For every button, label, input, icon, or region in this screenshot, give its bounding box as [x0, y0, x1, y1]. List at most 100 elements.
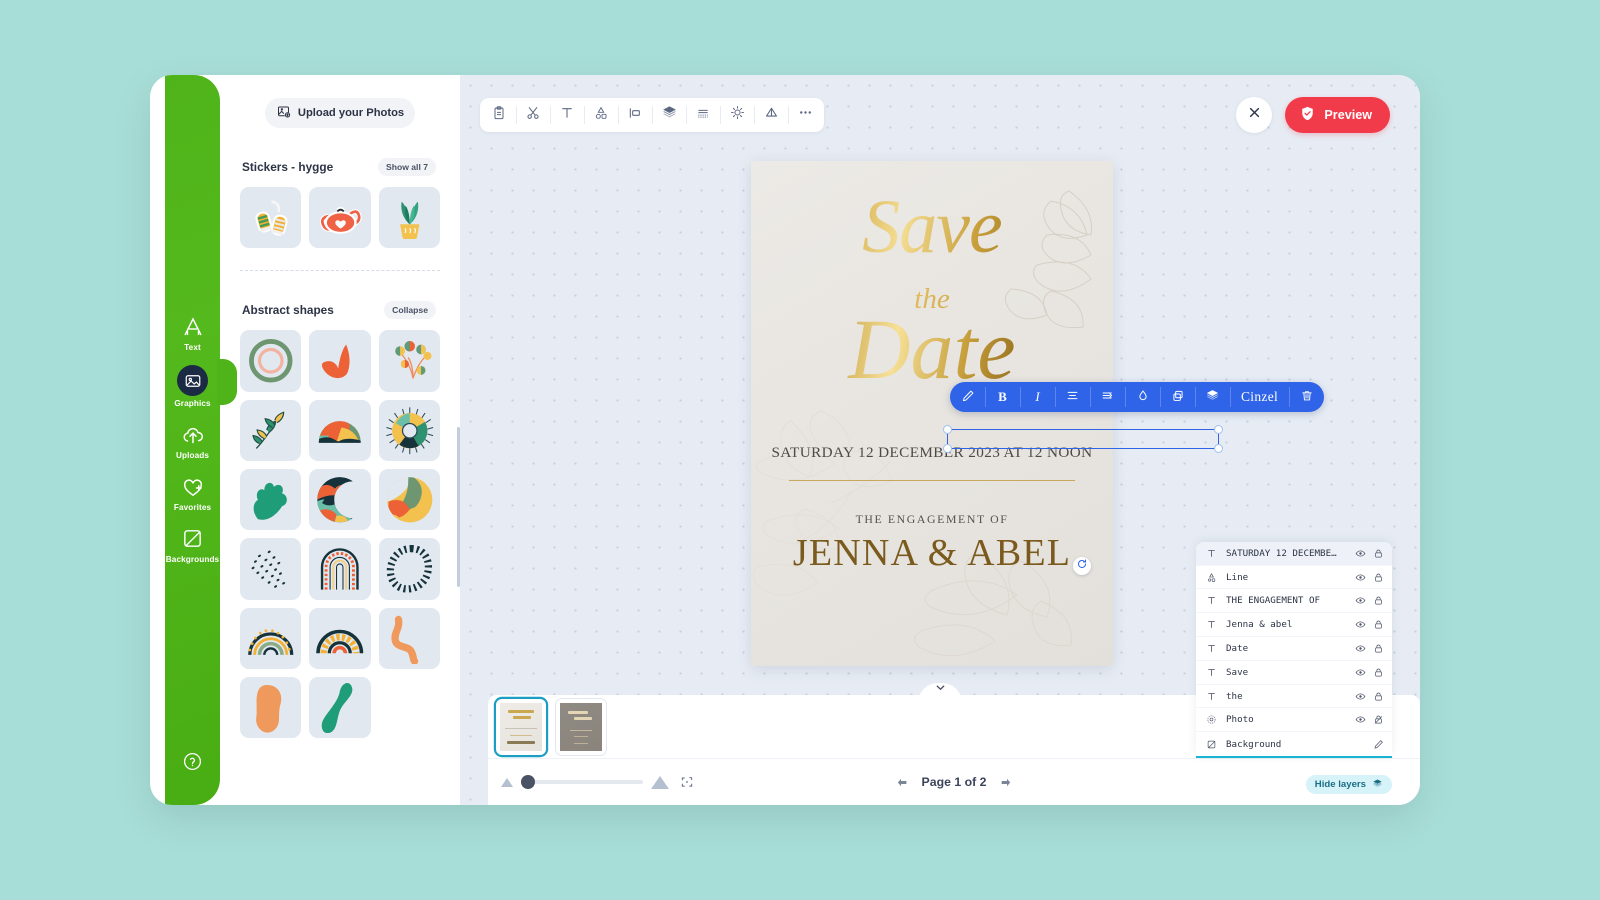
- shape-tile-moon-wedge[interactable]: [378, 468, 440, 531]
- eye-icon[interactable]: [1355, 595, 1366, 606]
- arrow-left-icon[interactable]: [895, 775, 910, 790]
- grid-button[interactable]: [686, 98, 720, 132]
- shape-tile-orange-blob[interactable]: [240, 676, 302, 739]
- eye-icon[interactable]: [1355, 572, 1366, 583]
- shape-tile-sunburst-ring[interactable]: [378, 399, 440, 461]
- half-dome-landscape-shape: [319, 420, 361, 443]
- lock-icon[interactable]: [1373, 572, 1384, 583]
- layers-button[interactable]: [652, 98, 686, 132]
- eye-icon[interactable]: [1355, 548, 1366, 559]
- page-thumbnail-1[interactable]: [496, 698, 546, 755]
- page-thumbnail-2[interactable]: [556, 698, 606, 755]
- eye-icon[interactable]: [1355, 714, 1366, 725]
- assets-panel-scrollbar[interactable]: [457, 427, 460, 587]
- preview-button[interactable]: Preview: [1285, 97, 1390, 133]
- bold-button[interactable]: B: [985, 382, 1020, 412]
- collapse-abstract-shapes-button[interactable]: Collapse: [384, 301, 436, 320]
- edit-text-button[interactable]: [950, 382, 985, 412]
- shape-tile-green-rainbow[interactable]: [240, 607, 302, 669]
- sidebar-item-backgrounds[interactable]: Backgrounds: [165, 525, 220, 564]
- lock-icon[interactable]: [1373, 619, 1384, 630]
- layer-name: the: [1226, 690, 1243, 702]
- clipboard-button[interactable]: [482, 98, 516, 132]
- shape-tile-orange-rainbow[interactable]: [309, 607, 371, 669]
- shapes-button[interactable]: [584, 98, 618, 132]
- pencil-icon[interactable]: [1373, 739, 1384, 750]
- eye-icon[interactable]: [1355, 691, 1366, 702]
- text-color-button[interactable]: [1125, 382, 1160, 412]
- eye-icon[interactable]: [1355, 667, 1366, 678]
- shape-tile-arch-rainbow[interactable]: [309, 538, 371, 600]
- eye-icon[interactable]: [1355, 643, 1366, 654]
- shape-tile-teal-hand-leaf[interactable]: [240, 468, 302, 531]
- resize-handle-top-right[interactable]: [1214, 425, 1223, 434]
- delete-button[interactable]: [1289, 382, 1324, 412]
- arrange-layers-button[interactable]: [1195, 382, 1230, 412]
- shape-tile-concentric-rings[interactable]: [240, 330, 302, 392]
- shape-tile-dot-scatter[interactable]: [240, 538, 302, 600]
- layer-row[interactable]: Jenna & abel: [1196, 613, 1392, 638]
- sticker-tile-teapot[interactable]: [309, 187, 371, 249]
- resize-handle-bottom-right[interactable]: [1214, 444, 1223, 453]
- resize-handle-bottom-left[interactable]: [943, 444, 952, 453]
- font-name-button[interactable]: Cinzel: [1230, 382, 1289, 412]
- letter-spacing-button[interactable]: [1090, 382, 1125, 412]
- layer-row[interactable]: Background: [1196, 732, 1392, 756]
- italic-button[interactable]: I: [1020, 382, 1055, 412]
- lock-unlocked-icon[interactable]: [1373, 714, 1384, 725]
- duplicate-button[interactable]: [1160, 382, 1195, 412]
- upload-photos-button[interactable]: Upload your Photos: [265, 98, 415, 128]
- layer-row[interactable]: THE ENGAGEMENT OF: [1196, 589, 1392, 614]
- layer-row[interactable]: Date: [1196, 637, 1392, 661]
- triangle-large-icon[interactable]: [651, 775, 669, 789]
- design-canvas-card[interactable]: Save the Date SATURDAY 12 DECEMBER 2023 …: [751, 161, 1113, 666]
- text-selection-box[interactable]: [943, 425, 1223, 453]
- zoom-slider-knob[interactable]: [521, 775, 535, 789]
- shape-tile-orange-bird[interactable]: [309, 330, 371, 392]
- shape-tile-olive-branch[interactable]: [240, 399, 302, 461]
- rotate-handle[interactable]: [1073, 557, 1091, 575]
- lock-icon[interactable]: [1373, 667, 1384, 678]
- more-button[interactable]: [788, 98, 822, 132]
- sidebar-item-text[interactable]: Text: [165, 313, 220, 352]
- sticker-tile-mittens[interactable]: [240, 187, 302, 249]
- cut-button[interactable]: [516, 98, 550, 132]
- layer-row[interactable]: Line: [1196, 566, 1392, 590]
- shape-tile-orange-squiggle[interactable]: [378, 607, 440, 669]
- lock-icon[interactable]: [1373, 595, 1384, 606]
- sidebar-item-uploads[interactable]: Uploads: [165, 421, 220, 460]
- shape-tile-crescent-collage[interactable]: [309, 468, 371, 531]
- triangle-small-icon[interactable]: [501, 777, 513, 787]
- filter-button[interactable]: [754, 98, 788, 132]
- close-button[interactable]: [1236, 97, 1272, 133]
- arrow-right-icon[interactable]: [998, 775, 1013, 790]
- align-button[interactable]: [618, 98, 652, 132]
- lock-icon[interactable]: [1373, 691, 1384, 702]
- layer-row[interactable]: Save: [1196, 661, 1392, 685]
- shape-tile-half-dome-landscape[interactable]: [309, 399, 371, 461]
- shape-tile-balloon-branch[interactable]: [378, 330, 440, 392]
- hide-layers-button[interactable]: Hide layers: [1305, 775, 1392, 794]
- layer-row[interactable]: SATURDAY 12 DECEMBE…: [1196, 541, 1392, 566]
- layer-row[interactable]: the: [1196, 685, 1392, 709]
- lock-icon[interactable]: [1373, 643, 1384, 654]
- fit-screen-icon[interactable]: [680, 775, 694, 789]
- help-button[interactable]: [165, 751, 220, 777]
- eye-icon[interactable]: [1355, 619, 1366, 630]
- shape-tile-dashed-loop[interactable]: [378, 538, 440, 600]
- layer-row[interactable]: Photo: [1196, 708, 1392, 733]
- resize-handle-top-left[interactable]: [943, 425, 952, 434]
- potted-plant-sticker: [399, 201, 419, 239]
- show-all-stickers-button[interactable]: Show all 7: [377, 158, 436, 176]
- align-center-button[interactable]: [1055, 382, 1090, 412]
- canvas-collapse-toggle[interactable]: [918, 683, 962, 703]
- dot-scatter-shape: [251, 550, 286, 588]
- brightness-button[interactable]: [720, 98, 754, 132]
- lock-icon[interactable]: [1373, 548, 1384, 559]
- text-button[interactable]: [550, 98, 584, 132]
- zoom-slider[interactable]: [521, 775, 643, 789]
- sticker-tile-plant[interactable]: [378, 187, 440, 249]
- shape-tile-teal-blob[interactable]: [309, 676, 371, 739]
- sidebar-item-favorites[interactable]: Favorites: [165, 473, 220, 512]
- sidebar-item-graphics[interactable]: Graphics: [165, 359, 237, 408]
